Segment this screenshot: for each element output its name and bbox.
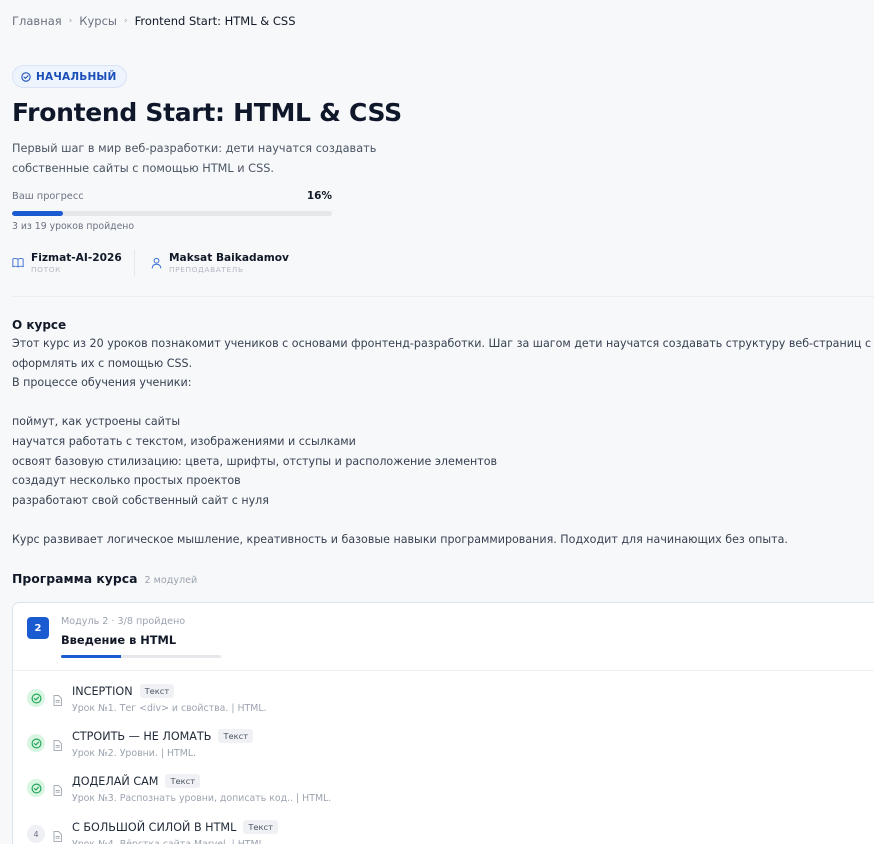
about-title: О курсе <box>12 318 67 332</box>
module-progress-fill <box>61 655 121 658</box>
chevron-right-icon: › <box>123 16 128 26</box>
module-progress-bar <box>61 655 221 658</box>
document-icon <box>53 691 62 710</box>
document-icon <box>53 781 62 800</box>
program-header: Программа курса 2 модулей <box>12 571 197 586</box>
lesson-type-tag: Текст <box>218 729 254 743</box>
about-list-item: освоят базовую стилизацию: цвета, шрифты… <box>12 454 498 468</box>
module-number-badge: 2 <box>27 617 49 639</box>
lesson-type-tag: Текст <box>165 774 201 788</box>
progress-label: Ваш прогресс <box>12 191 84 202</box>
progress-value: 16% <box>306 190 332 202</box>
document-icon <box>53 736 62 755</box>
teacher-info: Maksat Baikadamov ПРЕПОДАВАТЕЛЬ <box>151 251 289 274</box>
progress-summary: 3 из 19 уроков пройдено <box>12 221 135 232</box>
stream-info: Fizmat-AI-2026 ПОТОК <box>12 251 122 274</box>
lesson-type-tag: Текст <box>243 820 278 834</box>
lesson-title: ДОДЕЛАЙ САМ <box>72 774 159 788</box>
lesson-title-row: ДОДЕЛАЙ САМ Текст <box>72 774 201 788</box>
level-badge: НАЧАЛЬНЫЙ <box>12 65 127 88</box>
book-icon <box>12 257 24 268</box>
lesson-title: С БОЛЬШОЙ СИЛОЙ В HTML <box>72 820 237 834</box>
lesson-subtitle: Урок №3. Распознать уровни, дописать код… <box>72 793 332 804</box>
meta-divider <box>134 250 135 276</box>
teacher-role: ПРЕПОДАВАТЕЛЬ <box>169 265 244 274</box>
about-paragraph: В процессе обучения ученики: <box>12 376 192 390</box>
about-paragraph: Курс развивает логическое мышление, креа… <box>12 532 788 546</box>
about-spacer <box>12 393 874 413</box>
module-header[interactable]: 2 Модуль 2 · 3/8 пройдено Введение в HTM… <box>13 603 874 671</box>
program-title: Программа курса <box>12 571 138 586</box>
lesson-row[interactable]: ДОДЕЛАЙ САМ Текст Урок №3. Распознать уров… <box>27 773 867 811</box>
about-list-item: научатся работать с текстом, изображения… <box>12 434 356 448</box>
about-text: Этот курс из 20 уроков познакомит ученик… <box>12 334 874 550</box>
module-count: 2 модулей <box>144 575 198 586</box>
lesson-type-tag: Текст <box>139 684 175 698</box>
lesson-row[interactable]: 4 С БОЛЬШОЙ СИЛОЙ В HTML Текст Урок №4. Вёр… <box>27 819 867 844</box>
about-paragraph: Этот курс из 20 уроков познакомит ученик… <box>12 337 874 350</box>
module-name: Введение в HTML <box>61 633 177 647</box>
lesson-title-row: С БОЛЬШОЙ СИЛОЙ В HTML Текст <box>72 820 278 834</box>
check-circle-icon <box>27 689 45 707</box>
document-icon <box>53 827 62 844</box>
stream-name: Fizmat-AI-2026 <box>31 252 122 264</box>
course-title: Frontend Start: HTML & CSS <box>12 98 402 127</box>
lesson-number: 4 <box>27 825 45 843</box>
lesson-subtitle: Урок №2. Уровни. | HTML. <box>72 748 197 759</box>
breadcrumb: Главная › Курсы › Frontend Start: HTML &… <box>12 14 296 28</box>
teacher-name: Maksat Baikadamov <box>169 252 289 264</box>
about-list-item: создадут несколько простых проектов <box>12 474 241 488</box>
lesson-row[interactable]: INCEPTION Текст Урок №1. Тег <div> и свойс… <box>27 683 867 721</box>
breadcrumb-courses-link[interactable]: Курсы <box>79 14 117 28</box>
check-circle-icon <box>27 734 45 752</box>
section-divider <box>12 296 874 297</box>
chevron-right-icon: › <box>68 16 73 26</box>
lesson-subtitle: Урок №1. Тег <div> и свойства. | HTML. <box>72 703 267 714</box>
about-paragraph: оформлять их с помощью CSS. <box>12 356 193 370</box>
about-list-item: поймут, как устроены сайты <box>12 415 181 429</box>
lesson-title-row: INCEPTION Текст <box>72 684 175 698</box>
module-meta: Модуль 2 · 3/8 пройдено <box>61 616 186 627</box>
about-spacer <box>12 510 874 530</box>
lesson-subtitle: Урок №4. Вёрстка сайта Marvel. | HTML. <box>72 839 267 844</box>
progress-bar <box>12 211 332 216</box>
lesson-row[interactable]: СТРОИТЬ — НЕ ЛОМАТЬ Текст Урок №2. Уровни.… <box>27 728 867 766</box>
user-icon <box>151 257 162 269</box>
lesson-title: INCEPTION <box>72 684 133 698</box>
about-list-item: разработают свой собственный сайт с нуля <box>12 493 269 507</box>
module-card: 2 Модуль 2 · 3/8 пройдено Введение в HTM… <box>12 602 874 844</box>
lesson-title: СТРОИТЬ — НЕ ЛОМАТЬ <box>72 729 212 743</box>
check-circle-icon <box>21 71 31 82</box>
progress-bar-fill <box>12 211 64 216</box>
check-circle-icon <box>27 779 45 797</box>
breadcrumb-current: Frontend Start: HTML & CSS <box>134 14 296 28</box>
stream-role: ПОТОК <box>31 265 61 274</box>
breadcrumb-home-link[interactable]: Главная <box>12 14 62 28</box>
lesson-title-row: СТРОИТЬ — НЕ ЛОМАТЬ Текст <box>72 729 254 743</box>
course-subtitle: Первый шаг в мир веб-разработки: дети на… <box>12 142 377 175</box>
level-badge-label: НАЧАЛЬНЫЙ <box>36 70 117 83</box>
